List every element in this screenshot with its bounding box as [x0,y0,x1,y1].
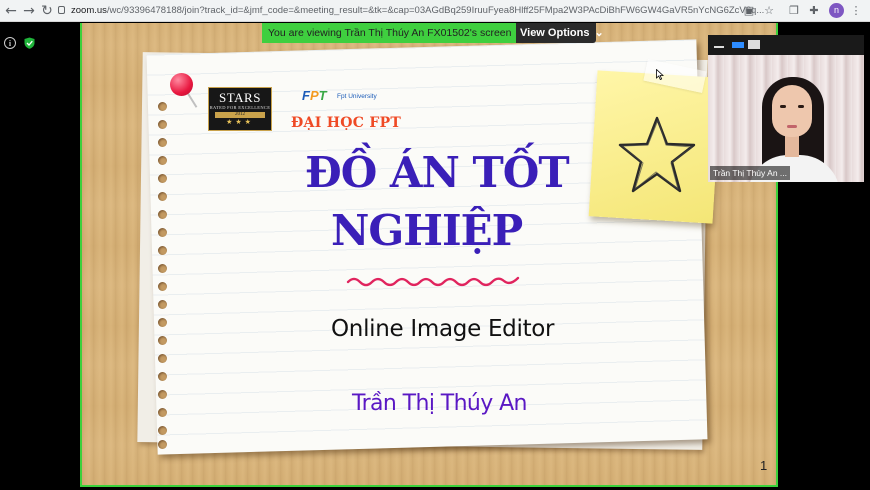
reload-icon[interactable]: ↻ [38,2,56,20]
binder-hole [158,318,167,327]
binder-hole [158,120,167,129]
viewing-screen-banner: You are viewing Trần Thị Thúy An FX01502… [262,23,538,43]
binder-hole [158,156,167,165]
participant-video-feed [708,55,864,182]
binder-hole [158,300,167,309]
lock-icon [58,6,65,14]
back-arrow-icon[interactable]: ← [2,2,20,20]
binder-hole [158,354,167,363]
viewing-banner-text: You are viewing Trần Thị Thúy An FX01502… [268,27,512,39]
binder-hole [158,426,167,435]
star-doodle-icon [618,116,696,193]
slide-title-line2: NGHIỆP [331,206,523,255]
binder-hole [158,372,167,381]
fpt-university-label: Fpt University [337,93,377,100]
camera-blocked-icon[interactable]: ▣ [742,4,756,18]
star-bookmark-icon[interactable]: ☆ [762,4,776,18]
binder-hole [158,408,167,417]
info-icon[interactable]: i [4,37,16,49]
participant-name-label: Trần Thị Thúy An ... [710,166,791,180]
fpt-logo-t: T [318,88,327,103]
binder-hole [158,174,167,183]
binder-hole [158,192,167,201]
view-options-label: View Options [520,27,590,39]
address-bar[interactable]: zoom.us/wc/93396478188/join?track_id=&jm… [58,2,778,20]
binder-hole [158,138,167,147]
url-path: /wc/93396478188/join?track_id=&jmf_code=… [106,5,765,16]
stars-rating-logo: STARS RATED FOR EXCELLENCE 2012 ★★★ [208,87,272,131]
participant-video-tile[interactable]: Trần Thị Thúy An ... [708,35,864,182]
slide-author: Trần Thị Thúy An [352,391,527,416]
binder-hole [158,440,167,449]
view-options-button[interactable]: View Options ⌄ [516,23,604,43]
stars-logo-title: STARS [219,90,261,105]
binder-hole [158,264,167,273]
slide-title-line1: ĐỒ ÁN TỐT [305,148,570,197]
screen: ← → ↻ zoom.us/wc/93396478188/join?track_… [0,0,870,490]
fpt-logo-p: P [309,88,319,103]
fpt-logo: FPT [302,88,327,106]
profile-avatar[interactable]: n [829,3,844,18]
participant-face [772,85,812,137]
stars-logo-stars: ★★★ [226,118,254,126]
url-host: zoom.us [71,5,107,16]
mouse-cursor-icon [656,69,664,80]
binder-hole [158,210,167,219]
binder-hole [158,390,167,399]
copy-extension-icon[interactable]: ❐ [787,4,801,18]
binder-hole [158,282,167,291]
menu-dots-icon[interactable]: ⋮ [849,4,863,18]
participant-eye [798,105,804,108]
extensions-puzzle-icon[interactable]: ✚ [807,4,821,18]
speaker-view-icon[interactable] [732,42,744,48]
binder-hole [158,246,167,255]
minimize-icon[interactable] [714,46,724,48]
school-name: ĐẠI HỌC FPT [291,115,402,131]
forward-arrow-icon[interactable]: → [20,2,38,20]
video-tile-toolbar [708,35,864,55]
stars-logo-subtitle: RATED FOR EXCELLENCE [209,105,271,110]
slide-page-number: 1 [760,458,768,473]
binder-hole [158,228,167,237]
binder-hole [158,336,167,345]
chevron-down-icon: ⌄ [594,27,604,39]
participant-mouth [787,125,797,128]
push-pin-icon [170,73,193,96]
participant-eye [780,105,786,108]
browser-toolbar: ← → ↻ zoom.us/wc/93396478188/join?track_… [0,0,870,22]
shield-icon[interactable] [24,37,35,49]
fpt-logo-f: F [302,88,310,103]
expand-video-icon[interactable] [748,40,760,49]
binder-hole [158,102,167,111]
wavy-underline [346,276,520,287]
slide-subtitle: Online Image Editor [331,316,555,342]
